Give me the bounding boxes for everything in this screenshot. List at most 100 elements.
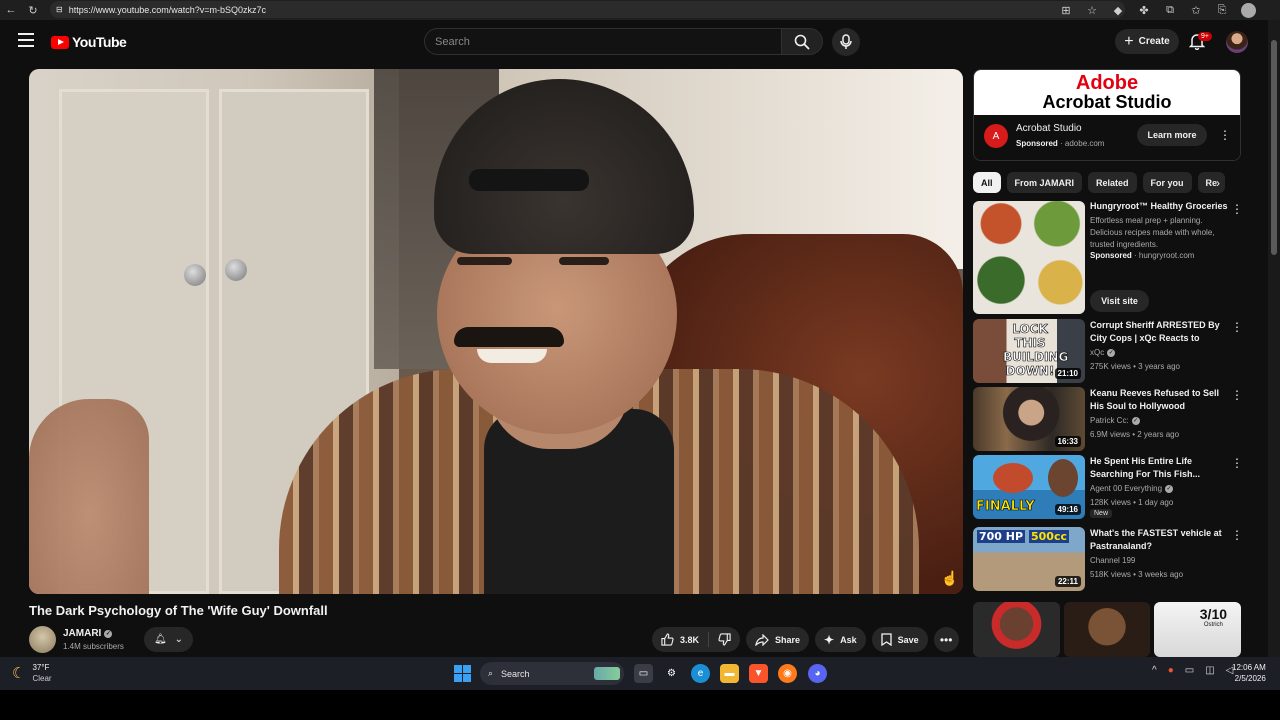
split-icon[interactable]: ⧉ <box>1159 0 1181 20</box>
channel-name[interactable]: JAMARI <box>63 628 101 639</box>
visit-site-button[interactable]: Visit site <box>1090 290 1149 312</box>
search-input[interactable]: Search <box>424 28 782 55</box>
more-actions-button[interactable]: ••• <box>933 627 959 652</box>
short-thumbnail[interactable] <box>973 602 1060 657</box>
reader-icon[interactable]: ⊞ <box>1055 0 1077 20</box>
adobe-acrobat-icon: A <box>984 124 1008 148</box>
sponsored-thumbnail[interactable] <box>973 201 1085 314</box>
extension-icon[interactable]: ◆ <box>1107 0 1129 20</box>
verified-icon: ✓ <box>104 629 113 638</box>
chip-all[interactable]: All <box>973 172 1001 193</box>
recommendation-item[interactable]: FINALLY 49:16 He Spent His Entire Life S… <box>973 455 1253 519</box>
brave-icon[interactable]: ▼ <box>749 664 768 683</box>
youtube-logo[interactable]: YouTube <box>51 34 127 50</box>
collections-icon[interactable]: ✩ <box>1185 0 1207 20</box>
video-title[interactable]: Corrupt Sheriff ARRESTED By City Cops | … <box>1090 319 1228 345</box>
taskbar-clock[interactable]: 12:06 AM 2/5/2026 <box>1232 662 1266 684</box>
reload-icon[interactable]: ↻ <box>22 0 44 20</box>
video-frame-brow <box>457 257 512 265</box>
ad-more-options-icon[interactable]: ⋮ <box>1219 129 1231 141</box>
chip-related[interactable]: Related <box>1088 172 1137 193</box>
video-thumbnail[interactable]: FINALLY 49:16 <box>973 455 1085 519</box>
learn-more-button[interactable]: Learn more <box>1137 124 1207 146</box>
video-meta: 275K views • 3 years ago <box>1090 362 1180 371</box>
windows-start-icon[interactable] <box>454 665 471 682</box>
search-button[interactable] <box>781 28 823 55</box>
chip-for-you[interactable]: For you <box>1142 172 1192 193</box>
short-thumbnail[interactable] <box>1063 602 1151 657</box>
chip-from-channel[interactable]: From JAMARI <box>1006 172 1083 193</box>
recommendation-item[interactable]: 700 HP 500cc 22:11 What's the FASTEST ve… <box>973 527 1253 591</box>
scrollbar-thumb[interactable] <box>1271 40 1277 255</box>
channel-avatar[interactable] <box>29 626 56 653</box>
menu-icon[interactable] <box>18 33 34 47</box>
video-title[interactable]: He Spent His Entire Life Searching For T… <box>1090 455 1228 481</box>
copilot-icon[interactable]: ⚙ <box>662 664 681 683</box>
video-frame-mustache <box>454 327 564 347</box>
favorite-icon[interactable]: ☆ <box>1081 0 1103 20</box>
channel-name[interactable]: Patrick Cc: <box>1090 416 1129 425</box>
puzzle-icon[interactable]: ✤ <box>1133 0 1155 20</box>
discord-icon[interactable]: ◕ <box>808 664 827 683</box>
microphone-icon[interactable]: ● <box>1168 665 1174 676</box>
video-thumbnail[interactable]: 16:33 <box>973 387 1085 451</box>
person-image <box>1048 459 1078 497</box>
sponsored-card[interactable]: Hungryroot™ Healthy Groceries Effortless… <box>973 201 1253 314</box>
ask-button[interactable]: ✦ Ask <box>815 627 866 652</box>
video-player[interactable] <box>29 69 963 594</box>
channel-row[interactable]: Channel 199 <box>1090 556 1135 565</box>
video-thumbnail[interactable]: 700 HP 500cc 22:11 <box>973 527 1085 591</box>
like-button[interactable]: 3.8K <box>652 627 708 652</box>
bell-icon: 🔔︎ <box>153 634 167 645</box>
channel-name[interactable]: Channel 199 <box>1090 556 1135 565</box>
account-avatar[interactable] <box>1226 31 1248 53</box>
address-bar[interactable]: ⊟ https://www.youtube.com/watch?v=m-bSQ0… <box>50 1 1125 18</box>
site-info-icon[interactable]: ⊟ <box>56 5 63 14</box>
edge-icon[interactable]: e <box>691 664 710 683</box>
sponsored-label: Sponsored <box>1090 251 1132 260</box>
task-view-icon[interactable]: ▭ <box>634 664 653 683</box>
sponsored-more-icon[interactable]: ⋮ <box>1231 203 1243 215</box>
clock-time: 12:06 AM <box>1232 663 1266 672</box>
save-button[interactable]: Save <box>871 627 928 652</box>
create-button[interactable]: + Create <box>1115 29 1179 54</box>
short-thumbnail[interactable]: 3/10 Ostrich <box>1154 602 1242 657</box>
back-icon[interactable]: ← <box>0 0 22 20</box>
taskbar-search[interactable]: ⌕ Search <box>480 662 624 685</box>
sidebar-ad[interactable]: Adobe Acrobat Studio A Acrobat Studio Sp… <box>973 69 1241 161</box>
channel-name[interactable]: xQc <box>1090 348 1104 357</box>
more-options-icon[interactable]: ⋮ <box>1231 457 1243 469</box>
browser-profile-avatar[interactable] <box>1241 2 1256 18</box>
channel-row[interactable]: Agent 00 Everything ✓ <box>1090 484 1174 493</box>
chevron-right-icon[interactable]: › <box>1216 176 1220 190</box>
downloads-icon[interactable]: ⎘ <box>1211 0 1233 20</box>
video-title[interactable]: What's the FASTEST vehicle at Pastranala… <box>1090 527 1228 553</box>
voice-search-button[interactable] <box>832 28 860 56</box>
more-options-icon[interactable]: ⋮ <box>1231 321 1243 333</box>
recommendation-item[interactable]: 16:33 Keanu Reeves Refused to Sell His S… <box>973 387 1253 451</box>
recommendation-item[interactable]: LOCK THIS BUILDING DOWN! 21:10 Corrupt S… <box>973 319 1253 383</box>
page-scrollbar[interactable] <box>1268 20 1280 657</box>
network-icon[interactable]: ◫ <box>1205 665 1214 676</box>
chevron-up-icon[interactable]: ^ <box>1152 665 1157 676</box>
display-icon[interactable]: ▭ <box>1185 665 1194 676</box>
dislike-button[interactable] <box>709 627 740 652</box>
sponsored-title[interactable]: Hungryroot™ Healthy Groceries <box>1090 201 1228 211</box>
video-title[interactable]: Keanu Reeves Refused to Sell His Soul to… <box>1090 387 1228 413</box>
channel-row[interactable]: Patrick Cc: ✓ <box>1090 416 1140 425</box>
file-explorer-icon[interactable]: ▬ <box>720 664 739 683</box>
channel-name[interactable]: Agent 00 Everything <box>1090 484 1162 493</box>
weather-widget[interactable]: ☾ 37°F Clear <box>12 663 52 683</box>
ad-banner[interactable]: Adobe Acrobat Studio <box>974 70 1240 115</box>
video-frame-hand <box>29 399 149 594</box>
subscription-notification-button[interactable]: 🔔︎ ⌄ <box>144 627 193 652</box>
channel-row[interactable]: xQc ✓ <box>1090 348 1116 357</box>
ad-domain: adobe.com <box>1064 139 1105 148</box>
more-options-icon[interactable]: ⋮ <box>1231 529 1243 541</box>
firefox-icon[interactable]: ◉ <box>778 664 797 683</box>
more-options-icon[interactable]: ⋮ <box>1231 389 1243 401</box>
share-button[interactable]: Share <box>746 627 810 652</box>
chip-recently-uploaded[interactable]: Re <box>1197 172 1226 193</box>
channel-name-row[interactable]: JAMARI ✓ <box>63 628 124 639</box>
video-thumbnail[interactable]: LOCK THIS BUILDING DOWN! 21:10 <box>973 319 1085 383</box>
